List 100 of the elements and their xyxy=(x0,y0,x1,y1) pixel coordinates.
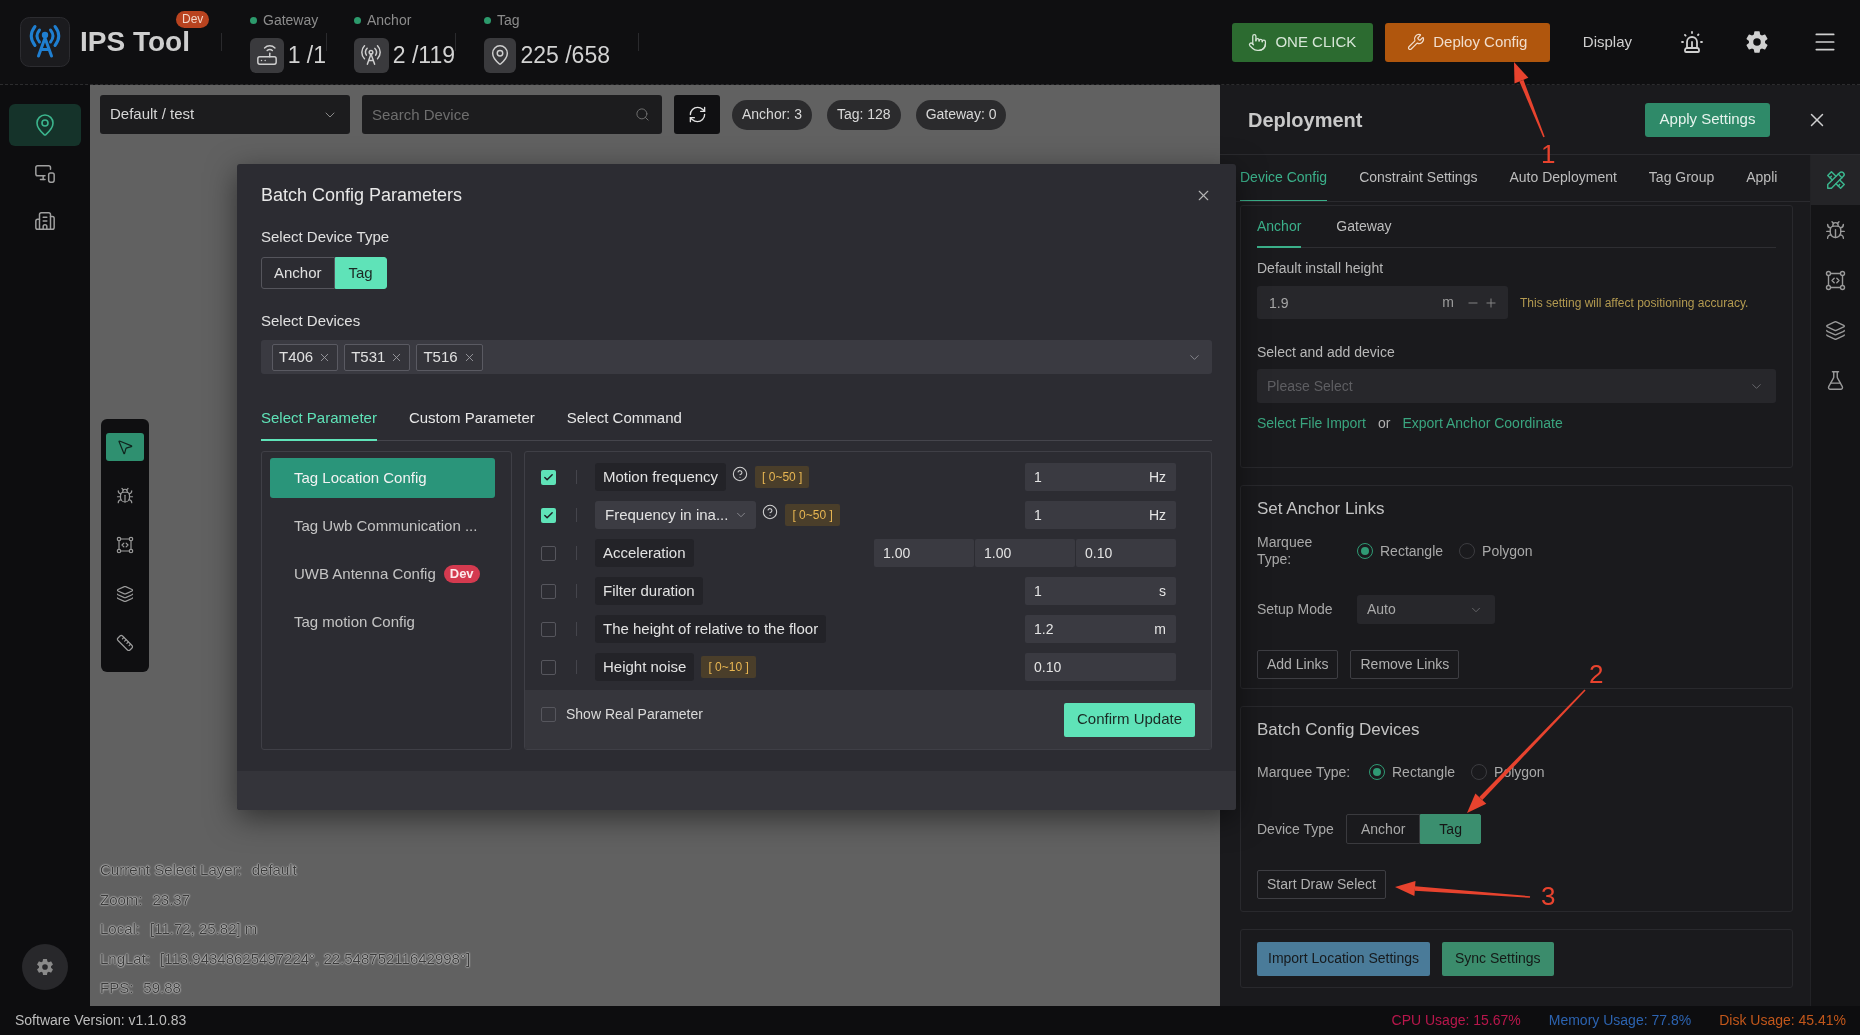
stat-label: Tag xyxy=(497,11,520,30)
tab[interactable]: Custom Parameter xyxy=(408,397,535,441)
mode-select[interactable]: Auto xyxy=(1357,595,1495,624)
search-field[interactable]: Search Device xyxy=(362,95,662,134)
stat-value: 1 /1 xyxy=(287,40,326,70)
dialog-title: Batch Config Parameters xyxy=(261,183,463,207)
section-title: Batch Config Devices xyxy=(1257,719,1421,741)
help-icon[interactable] xyxy=(732,466,749,482)
value-input[interactable]: 1.00 xyxy=(975,539,1075,567)
info-label: Local: xyxy=(100,919,141,939)
segment-button[interactable]: Tag xyxy=(334,257,387,289)
value-input[interactable]: 0.10 xyxy=(1076,539,1176,567)
checkbox[interactable] xyxy=(541,707,556,722)
param-label: Motion frequency xyxy=(595,463,727,491)
radio-option[interactable]: Rectangle xyxy=(1357,540,1444,562)
checkbox[interactable] xyxy=(541,507,556,523)
frame-icon xyxy=(116,536,134,554)
bug-icon xyxy=(116,487,134,505)
device-tag[interactable]: T531 xyxy=(344,343,411,371)
info-value: [113.94348625497224°, 22.54875211642998°] xyxy=(160,948,471,970)
annotation-number: 1 xyxy=(1541,140,1556,168)
field-label: Select Devices xyxy=(261,311,362,331)
radio-option[interactable]: Polygon xyxy=(1459,540,1533,562)
dev-badge: Dev xyxy=(176,11,210,28)
settings-icon[interactable] xyxy=(1745,30,1769,54)
settings-icon xyxy=(36,958,54,976)
device-tag[interactable]: T516 xyxy=(416,343,483,371)
stat-value: 2 /119 xyxy=(392,40,455,70)
nav-button[interactable] xyxy=(9,104,81,146)
param-select[interactable]: Frequency in ina... xyxy=(595,501,757,529)
field-label: Marquee Type: xyxy=(1257,534,1314,568)
unit-label: Hz xyxy=(1148,506,1166,524)
tab[interactable]: Select Command xyxy=(566,397,682,441)
category-item[interactable]: Tag Uwb Communication ... xyxy=(270,506,495,546)
checkbox[interactable] xyxy=(541,545,556,561)
layers-icon xyxy=(116,585,134,603)
usage-text: CPU Usage: 15.67% xyxy=(1391,1011,1521,1030)
display-button[interactable]: Display xyxy=(1582,30,1632,54)
help-icon[interactable] xyxy=(762,504,779,520)
value-input[interactable]: 1.00 xyxy=(874,539,974,567)
cursor-icon xyxy=(116,438,134,456)
siren-icon[interactable] xyxy=(1680,30,1704,54)
annotation-number: 2 xyxy=(1589,660,1604,688)
tab[interactable]: Tag Group xyxy=(1648,155,1715,201)
refresh-button[interactable] xyxy=(674,95,720,134)
tool-button[interactable] xyxy=(106,433,144,461)
info-label: LngLat: xyxy=(100,948,151,970)
checkbox[interactable] xyxy=(541,469,556,485)
app-title: IPS Tool xyxy=(80,26,190,57)
action-button[interactable]: Sync Settings xyxy=(1442,941,1554,976)
export-link[interactable]: Export Anchor Coordinate xyxy=(1402,412,1563,434)
segment-button[interactable]: Tag xyxy=(1420,814,1481,844)
info-value: 23.37 xyxy=(152,889,191,910)
action-button[interactable]: ONE CLICK xyxy=(1231,22,1373,62)
wrench-icon xyxy=(1407,33,1426,51)
tab[interactable]: Device Config xyxy=(1240,155,1328,201)
map-pin-icon xyxy=(484,37,517,73)
checkbox[interactable] xyxy=(541,583,556,599)
apply-settings-button[interactable]: Apply Settings xyxy=(1645,102,1770,137)
confirm-update-button[interactable]: Confirm Update xyxy=(1063,702,1195,737)
check-icon xyxy=(543,509,554,521)
range-badge: [ 0~50 ] xyxy=(755,466,810,488)
tab[interactable]: Anchor xyxy=(1257,206,1302,248)
category-item[interactable]: UWB Antenna Config Dev xyxy=(270,554,495,594)
device-multiselect[interactable]: T406 T531 T516 xyxy=(261,340,1212,374)
stat-label: Anchor xyxy=(367,11,412,30)
unit-label: m xyxy=(1154,620,1166,638)
tab[interactable]: Gateway xyxy=(1336,206,1392,248)
category-item[interactable]: Tag motion Config xyxy=(270,602,495,642)
panel-title: Deployment xyxy=(1248,107,1363,133)
tab[interactable]: Select Parameter xyxy=(261,397,377,441)
annotation-number: 3 xyxy=(1541,882,1556,910)
radio-option[interactable]: Rectangle xyxy=(1369,761,1456,783)
settings-button[interactable] xyxy=(22,944,68,990)
action-button[interactable]: Deploy Config xyxy=(1384,22,1550,62)
file-import-link[interactable]: Select File Import xyxy=(1257,412,1366,434)
checkbox[interactable] xyxy=(541,621,556,637)
layer-select[interactable]: Default / test xyxy=(100,95,350,134)
info-label: FPS: xyxy=(100,978,134,998)
outline-button[interactable]: Remove Links xyxy=(1350,650,1460,679)
map-pin-icon xyxy=(33,113,57,137)
stat-label: Gateway xyxy=(263,11,319,30)
search-icon xyxy=(635,107,650,122)
outline-button[interactable]: Add Links xyxy=(1257,650,1339,679)
info-value: [11.72, 25.82] m xyxy=(150,919,258,940)
range-badge: [ 0~50 ] xyxy=(785,504,840,526)
tab[interactable]: Appli xyxy=(1746,155,1778,201)
action-button[interactable]: Import Location Settings xyxy=(1257,941,1430,976)
warning-text: This setting will affect positioning accuracy. xyxy=(1520,294,1749,312)
tab[interactable]: Constraint Settings xyxy=(1359,155,1478,201)
outline-button[interactable]: Start Draw Select xyxy=(1257,870,1386,899)
unit-label: m xyxy=(1442,293,1454,312)
segment-button[interactable]: Anchor xyxy=(1346,814,1421,844)
checkbox[interactable] xyxy=(541,659,556,675)
segment-button[interactable]: Anchor xyxy=(261,257,335,289)
device-tag[interactable]: T406 xyxy=(272,343,339,371)
field-label: Marquee Type: xyxy=(1257,762,1352,782)
version-text: Software Version: v1.1.0.83 xyxy=(15,1011,187,1030)
unit-label: s xyxy=(1159,582,1166,600)
value-input[interactable]: 0.10 xyxy=(1025,653,1176,681)
